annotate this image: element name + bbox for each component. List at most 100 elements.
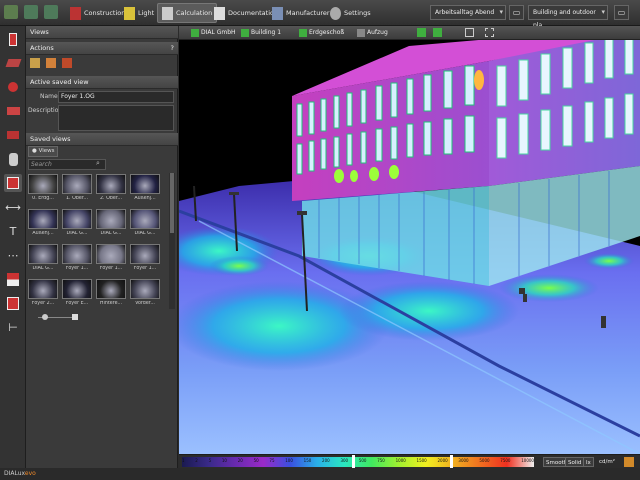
scale-tick-label: 50 (253, 458, 259, 463)
tab-views[interactable]: ● Views (28, 146, 58, 157)
scale-tick-label: 100 (285, 458, 293, 463)
scale-tick-label: 3000 (458, 458, 469, 463)
scale-tick-label: 750 (377, 458, 385, 463)
fullscreen-icon[interactable] (485, 28, 494, 37)
active-view-header: Active saved view (26, 76, 178, 89)
calculation-point-icon[interactable] (4, 78, 22, 96)
views-header: Views (26, 26, 178, 39)
scale-tick-label: 7500 (500, 458, 511, 463)
mode-light[interactable]: Light (120, 3, 158, 23)
unit-cd-label[interactable]: cd/m² (597, 457, 617, 467)
redo-icon[interactable] (44, 5, 58, 19)
breadcrumb-item[interactable]: DIAL GmbH (191, 28, 236, 38)
actions-toolbar (30, 58, 72, 68)
thumbs-scrollbar[interactable] (169, 173, 175, 309)
breadcrumb-item[interactable]: Erdgeschoß (299, 28, 344, 38)
grid-tool-icon[interactable] (4, 270, 22, 288)
search-input[interactable]: Search (28, 159, 106, 170)
saved-view-label: Foyer 1... (65, 266, 89, 271)
points-icon[interactable]: ⋯ (4, 246, 22, 264)
scrollbar-thumb[interactable] (170, 173, 174, 233)
saved-view-thumbnail[interactable] (96, 209, 126, 229)
mode-manufacturer[interactable]: Manufacturer (268, 3, 334, 23)
saved-view-label: Hintere... (99, 301, 123, 306)
saved-view-thumbnail[interactable] (130, 279, 160, 299)
text-icon[interactable]: T (4, 222, 22, 240)
saved-view-thumbnail[interactable] (28, 174, 58, 194)
monitor-icon[interactable]: ▭ (614, 5, 629, 20)
site-icon (191, 29, 199, 37)
saved-view-label: DIAL G... (32, 266, 54, 271)
dimension-icon[interactable]: ⟷ (4, 198, 22, 216)
solid-button[interactable]: Solid (565, 457, 585, 467)
settings-icon[interactable] (624, 457, 634, 467)
zoom-fit-icon[interactable] (465, 28, 474, 37)
saved-view-thumbnail[interactable] (130, 209, 160, 229)
scale-marker-low[interactable] (352, 455, 355, 469)
saved-view-thumbnail[interactable] (62, 244, 92, 264)
breadcrumb-item[interactable]: Building 1 (241, 28, 281, 38)
new-file-icon[interactable] (4, 5, 18, 19)
ruler-icon[interactable]: ⊢ (4, 318, 22, 336)
saved-view-thumbnail[interactable] (130, 244, 160, 264)
search-icon[interactable]: ⌕ (96, 159, 100, 168)
breadcrumb-label: DIAL GmbH (201, 29, 236, 36)
grid-size-icon[interactable] (72, 314, 78, 320)
slider-handle[interactable] (42, 314, 48, 320)
undo-icon[interactable] (24, 5, 38, 19)
report-icon[interactable] (4, 294, 22, 312)
saved-view-thumbnail[interactable] (28, 279, 58, 299)
saved-view-thumbnail[interactable] (28, 244, 58, 264)
views-panel: Views Actions ? Active saved view Name F… (26, 26, 178, 468)
measure-area-icon[interactable] (4, 54, 22, 72)
name-input[interactable]: Foyer 1.OG (58, 91, 174, 103)
screen-icon[interactable]: ▭ (509, 5, 524, 20)
saved-view-thumbnail[interactable] (130, 174, 160, 194)
mode-calculation[interactable]: Calculation (157, 3, 218, 23)
building-icon (241, 29, 249, 37)
saved-view-thumbnail[interactable] (62, 174, 92, 194)
mode-settings[interactable]: Settings (326, 3, 375, 23)
saved-view-thumbnail[interactable] (62, 279, 92, 299)
scale-tick-label: 20 (237, 458, 243, 463)
top-toolbar: Construction Light Calculation Documenta… (0, 0, 640, 29)
tab-views-label: Views (38, 148, 55, 154)
select-room-icon[interactable] (417, 28, 426, 37)
description-input[interactable] (58, 105, 174, 131)
view-dropdown[interactable]: Building and outdoor pla... (528, 5, 608, 29)
3d-viewport[interactable] (179, 26, 640, 454)
mode-label: Settings (344, 9, 371, 17)
mobile-icon[interactable] (4, 30, 22, 48)
scene-dropdown[interactable]: Arbeitsalltag Abend (430, 5, 506, 20)
saved-view-thumbnail[interactable] (96, 244, 126, 264)
calculation-surface-icon[interactable] (4, 102, 22, 120)
name-label: Name (40, 93, 58, 100)
scale-marker-high[interactable] (450, 455, 453, 469)
mode-label: Manufacturer (286, 9, 330, 17)
scale-tick-label: 2 (195, 458, 198, 463)
floor-plan-icon[interactable] (433, 28, 442, 37)
viewport-toolbar: DIAL GmbH Building 1 Erdgeschoß Aufzug (179, 26, 640, 40)
unit-lx-button[interactable]: lx (583, 457, 594, 467)
scale-tick-label: 300 (340, 458, 349, 463)
breadcrumb-item[interactable]: Aufzug (357, 28, 388, 38)
new-view-icon[interactable] (30, 58, 40, 68)
saved-views-header: Saved views (26, 133, 178, 146)
cube-icon[interactable] (4, 126, 22, 144)
saved-view-thumbnail[interactable] (62, 209, 92, 229)
false-color-scale: 1 2 5 10 20 50 75 100 150 200 300 500 750 1000 1500 200… (182, 455, 534, 469)
saved-view-thumbnail[interactable] (28, 209, 58, 229)
save-view-icon[interactable] (62, 58, 72, 68)
saved-view-thumbnail[interactable] (96, 174, 126, 194)
scale-tick-label: 1000 (395, 458, 406, 463)
calculation-icon (162, 6, 173, 20)
saved-view-label: Außenj... (134, 196, 156, 201)
help-icon[interactable]: ? (171, 42, 174, 55)
update-view-icon[interactable] (46, 58, 56, 68)
box-grid-icon[interactable] (4, 174, 22, 192)
saved-view-thumbnail[interactable] (96, 279, 126, 299)
zoom-slider[interactable] (28, 313, 174, 322)
saved-view-label: DIAL G... (66, 231, 88, 236)
scale-tick-label: 75 (269, 458, 275, 463)
cylinder-icon[interactable] (4, 150, 22, 168)
